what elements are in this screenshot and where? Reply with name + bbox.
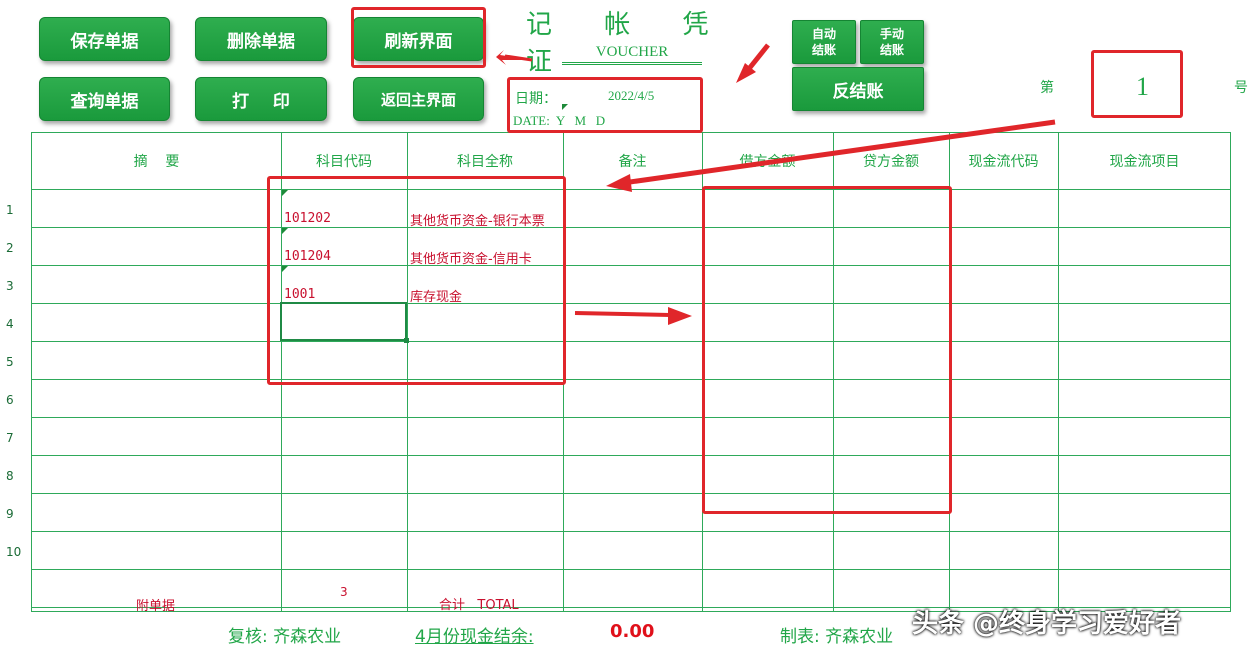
arrow-to-amounts-head <box>668 307 692 325</box>
arrow-to-date-line <box>746 43 770 72</box>
arrow-to-amounts-line <box>574 311 671 317</box>
arrow-to-accounts-line <box>629 119 1056 185</box>
arrow-to-accounts-head <box>606 174 632 192</box>
annotation-arrows <box>496 43 1056 325</box>
